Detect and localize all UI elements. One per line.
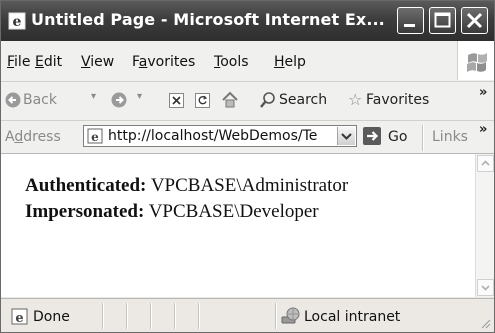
favorites-button[interactable]: Favorites: [366, 92, 429, 108]
command-toolbar: Back ▾ ▾ Search ☆ Favorites »: [1, 82, 494, 121]
menu-file[interactable]: File: [7, 54, 30, 70]
browser-window: e Untitled Page - Microsoft Internet Ex.…: [0, 0, 495, 333]
window-title: Untitled Page - Microsoft Internet Ex...: [31, 10, 385, 29]
go-arrow-icon[interactable]: [363, 127, 381, 145]
close-icon: [466, 12, 483, 29]
impersonated-value: VPCBASE\Developer: [148, 201, 319, 222]
status-separator: [174, 303, 176, 329]
address-input[interactable]: e http://localhost/WebDemos/Te: [83, 125, 357, 147]
status-separator: [126, 303, 128, 329]
svg-text:e: e: [91, 130, 99, 144]
address-dropdown-button[interactable]: [337, 127, 355, 145]
refresh-icon[interactable]: [195, 93, 210, 108]
toolbar-overflow-chevron-icon[interactable]: »: [479, 85, 487, 100]
svg-text:e: e: [13, 14, 22, 30]
menu-help[interactable]: Help: [274, 54, 306, 70]
local-intranet-icon: [281, 307, 300, 324]
impersonated-line: Impersonated: VPCBASE\Developer: [25, 201, 319, 223]
security-zone: Local intranet: [304, 309, 401, 325]
search-icon: [260, 92, 275, 108]
page-icon: e: [87, 128, 103, 144]
menu-view[interactable]: View: [81, 54, 114, 70]
done-page-icon: e: [11, 308, 28, 325]
chevron-up-icon: [481, 160, 490, 166]
impersonated-label: Impersonated:: [25, 201, 145, 222]
close-button[interactable]: [461, 7, 488, 34]
address-bar: Address e http://localhost/WebDemos/Te G…: [1, 121, 494, 154]
menu-favorites[interactable]: Favorites: [132, 54, 195, 70]
address-url: http://localhost/WebDemos/Te: [108, 128, 318, 144]
favorites-star-icon: ☆: [348, 90, 363, 109]
page-content: Authenticated: VPCBASE\Administrator Imp…: [1, 154, 475, 297]
scroll-down-button[interactable]: [477, 279, 494, 296]
status-separator: [102, 303, 104, 329]
status-bar: e Done Local intranet: [1, 298, 494, 332]
chevron-down-icon: [481, 285, 490, 291]
maximize-button[interactable]: [429, 7, 456, 34]
title-bar[interactable]: e Untitled Page - Microsoft Internet Ex.…: [1, 1, 494, 41]
maximize-icon: [434, 12, 451, 28]
minimize-icon: [404, 24, 415, 27]
menu-tools[interactable]: Tools: [214, 54, 249, 70]
menu-edit[interactable]: Edit: [35, 54, 62, 70]
back-button[interactable]: Back: [23, 92, 57, 108]
status-text: Done: [33, 309, 70, 325]
address-separator: [422, 125, 424, 151]
menu-bar: File Edit View Favorites Tools Help: [1, 41, 494, 82]
windows-flag-logo: [457, 41, 494, 80]
back-arrow-icon: [5, 92, 21, 108]
authenticated-label: Authenticated:: [25, 175, 147, 196]
links-button[interactable]: Links: [432, 129, 468, 145]
status-separator: [150, 303, 152, 329]
back-dropdown-icon[interactable]: ▾: [91, 91, 96, 102]
windows-flag-icon: [467, 53, 487, 72]
ie-page-icon: e: [8, 12, 26, 30]
scroll-up-button[interactable]: [477, 155, 494, 172]
chevron-down-icon: [341, 133, 352, 140]
vertical-scrollbar[interactable]: [475, 154, 494, 297]
home-icon[interactable]: [221, 91, 239, 108]
resize-grip-icon[interactable]: [479, 317, 491, 329]
minimize-button[interactable]: [397, 7, 424, 34]
status-separator: [198, 303, 200, 329]
forward-dropdown-icon[interactable]: ▾: [137, 91, 142, 102]
stop-icon[interactable]: [169, 93, 184, 108]
authenticated-line: Authenticated: VPCBASE\Administrator: [25, 175, 348, 197]
status-separator: [275, 303, 277, 329]
authenticated-value: VPCBASE\Administrator: [150, 175, 349, 196]
svg-text:e: e: [15, 311, 23, 325]
search-button[interactable]: Search: [279, 92, 327, 108]
links-overflow-chevron-icon[interactable]: »: [479, 122, 487, 137]
go-button[interactable]: Go: [388, 129, 407, 145]
address-label: Address: [5, 129, 61, 145]
forward-arrow-icon[interactable]: [111, 92, 127, 108]
arrow-right-icon: [367, 131, 379, 141]
